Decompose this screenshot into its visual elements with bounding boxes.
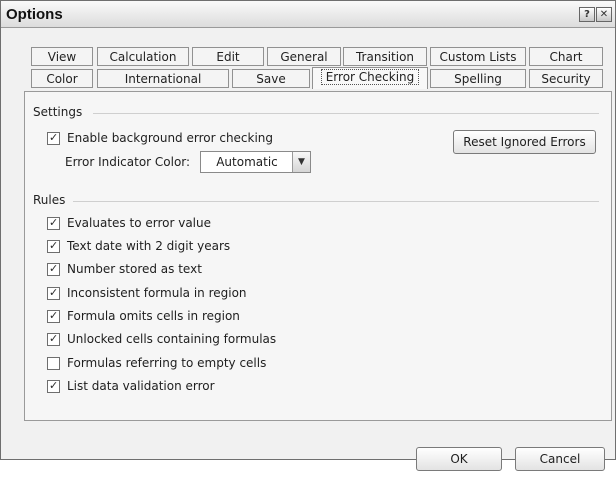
error-indicator-color-value: Automatic: [216, 155, 278, 169]
tab-edit[interactable]: Edit: [192, 47, 264, 66]
tab-spelling[interactable]: Spelling: [430, 69, 526, 88]
rule-label: Number stored as text: [67, 262, 202, 276]
title-bar[interactable]: Options ? ✕: [1, 1, 615, 28]
tab-error-checking[interactable]: Error Checking: [312, 67, 428, 89]
tab-calculation[interactable]: Calculation: [97, 47, 189, 66]
rules-divider: [73, 201, 599, 202]
error-indicator-color-label: Error Indicator Color:: [65, 155, 191, 169]
check-icon: ✓: [49, 286, 59, 299]
rule-label: Formulas referring to empty cells: [67, 356, 267, 370]
options-dialog: Options ? ✕ View Calculation Edit Genera…: [0, 0, 616, 471]
rule-label: Evaluates to error value: [67, 216, 211, 230]
tab-custom-lists[interactable]: Custom Lists: [430, 47, 526, 66]
check-icon: ✓: [49, 332, 59, 345]
cancel-button[interactable]: Cancel: [515, 447, 605, 471]
check-icon: ✓: [49, 262, 59, 275]
chevron-down-icon[interactable]: ▼: [292, 152, 310, 172]
rule-checkbox[interactable]: ✓: [47, 379, 60, 393]
tab-save[interactable]: Save: [232, 69, 310, 88]
tab-color[interactable]: Color: [31, 69, 93, 88]
rule-label: Text date with 2 digit years: [67, 239, 231, 253]
rule-checkbox[interactable]: ✓: [47, 309, 60, 323]
rule-label: Inconsistent formula in region: [67, 286, 247, 300]
rule-label: Unlocked cells containing formulas: [67, 332, 277, 346]
enable-background-checkbox[interactable]: ✓: [47, 131, 60, 145]
rule-checkbox[interactable]: ✓: [47, 286, 60, 300]
rule-checkbox[interactable]: ✓: [47, 332, 60, 346]
rules-section-label: Rules: [33, 193, 66, 207]
tab-general[interactable]: General: [267, 47, 341, 66]
tab-error-checking-label: Error Checking: [320, 69, 420, 85]
enable-background-label: Enable background error checking: [67, 131, 274, 145]
tab-security[interactable]: Security: [529, 69, 603, 88]
error-indicator-color-select[interactable]: Automatic ▼: [200, 151, 311, 173]
check-icon: ✓: [49, 379, 59, 392]
tab-international[interactable]: International: [97, 69, 229, 88]
rule-checkbox[interactable]: ✓: [47, 239, 60, 253]
tab-transition[interactable]: Transition: [343, 47, 427, 66]
rule-checkbox[interactable]: ✓: [47, 216, 60, 230]
check-icon: ✓: [49, 216, 59, 229]
tab-chart[interactable]: Chart: [529, 47, 603, 66]
tab-view[interactable]: View: [31, 47, 93, 66]
settings-section-label: Settings: [33, 105, 83, 119]
ok-button[interactable]: OK: [416, 447, 502, 471]
rule-label: List data validation error: [67, 379, 215, 393]
reset-ignored-errors-button[interactable]: Reset Ignored Errors: [453, 130, 596, 154]
rule-label: Formula omits cells in region: [67, 309, 240, 323]
check-icon: ✓: [49, 239, 59, 252]
settings-divider: [93, 113, 599, 114]
close-icon[interactable]: ✕: [596, 7, 612, 22]
help-icon[interactable]: ?: [579, 7, 595, 22]
check-icon: ✓: [49, 131, 59, 144]
rule-checkbox[interactable]: ✓: [47, 262, 60, 276]
dialog-title: Options: [6, 6, 63, 23]
check-icon: ✓: [49, 309, 59, 322]
rule-checkbox[interactable]: [47, 357, 60, 370]
